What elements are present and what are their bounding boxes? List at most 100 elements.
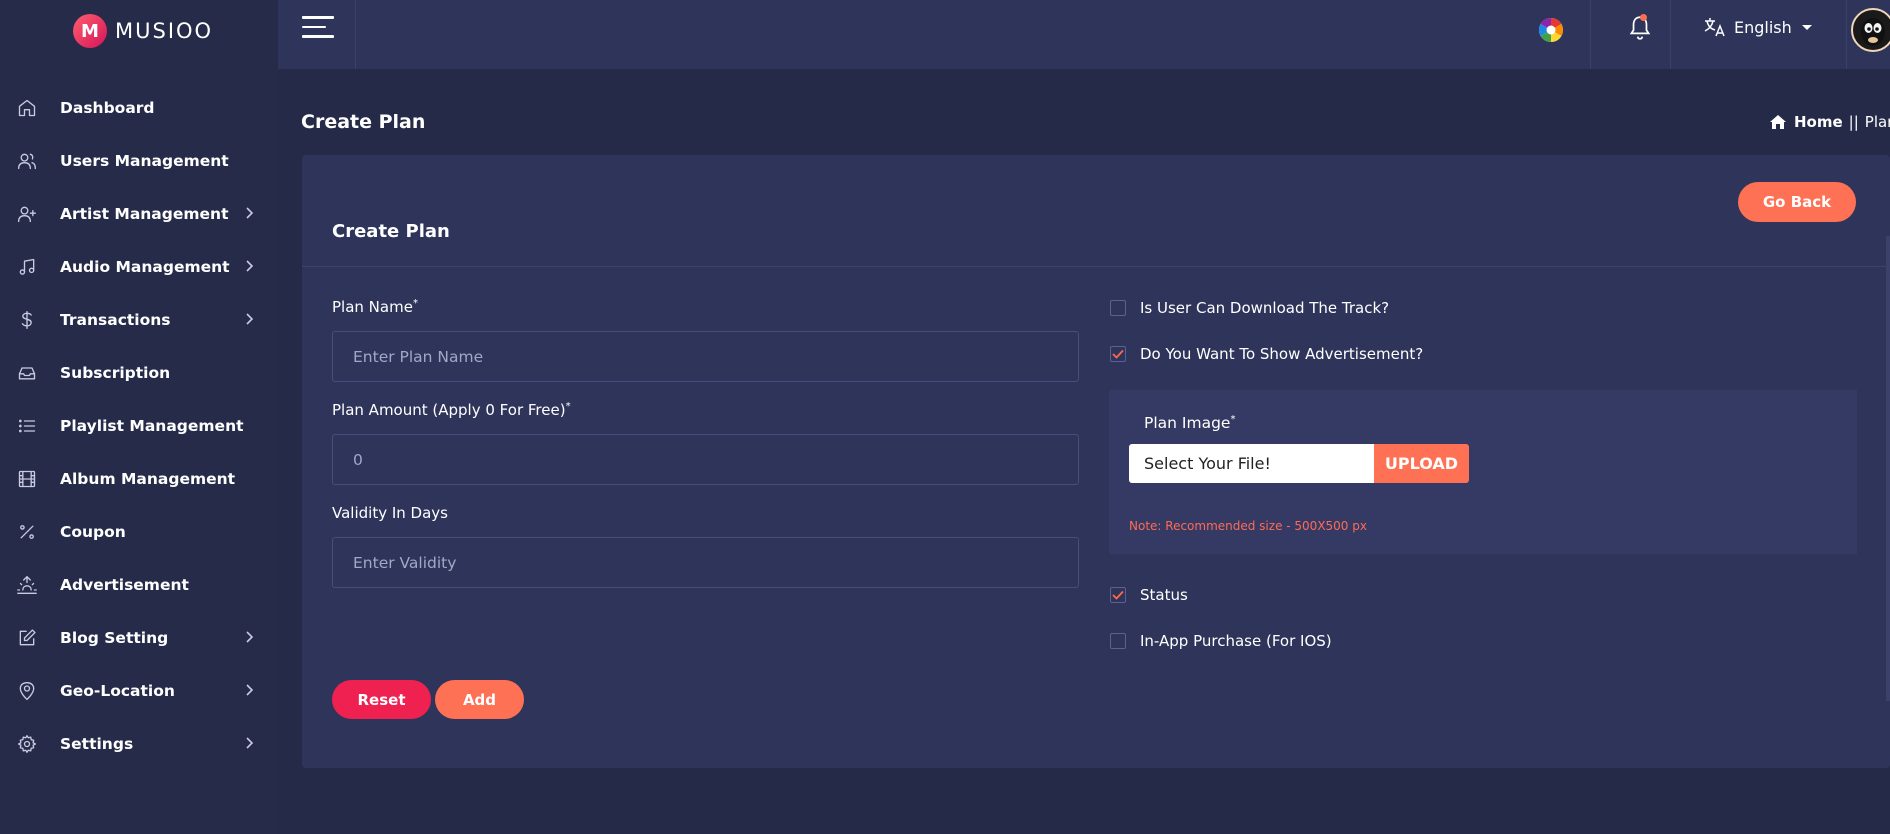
home-icon <box>1770 115 1786 129</box>
hamburger-menu-icon[interactable] <box>302 16 334 40</box>
sidebar-menu: Dashboard Users Management Artist Manageme… <box>0 81 278 770</box>
chevron-right-icon <box>245 735 255 754</box>
sidebar-item-label: Coupon <box>60 522 126 541</box>
iap-checkbox-label: In-App Purchase (For IOS) <box>1140 632 1332 650</box>
sidebar-item-artist-management[interactable]: Artist Management <box>0 187 278 240</box>
go-back-button[interactable]: Go Back <box>1738 182 1856 222</box>
sidebar-item-dashboard[interactable]: Dashboard <box>0 81 278 134</box>
translate-icon <box>1704 18 1725 37</box>
validity-label: Validity In Days <box>332 504 448 522</box>
divider <box>1846 0 1847 69</box>
sidebar-item-label: Subscription <box>60 363 171 382</box>
divider <box>355 0 356 69</box>
sidebar-item-advertisement[interactable]: Advertisement <box>0 558 278 611</box>
reset-button[interactable]: Reset <box>332 680 431 719</box>
plan-name-input[interactable] <box>332 331 1079 382</box>
image-size-note: Note: Recommended size - 500X500 px <box>1129 519 1367 533</box>
card-title: Create Plan <box>332 221 450 242</box>
advertisement-checkbox[interactable] <box>1110 346 1126 362</box>
download-checkbox-row[interactable]: Is User Can Download The Track? <box>1110 299 1389 317</box>
sidebar-item-label: Users Management <box>60 151 229 170</box>
plan-image-panel: Plan Image* Select Your File! UPLOAD Not… <box>1109 390 1857 554</box>
checkmark-icon <box>1112 590 1124 600</box>
sidebar-item-label: Dashboard <box>60 98 155 117</box>
card-header: Create Plan Go Back <box>302 155 1890 267</box>
sidebar-item-label: Artist Management <box>60 204 229 223</box>
file-select-field[interactable]: Select Your File! <box>1129 444 1374 483</box>
validity-input[interactable] <box>332 537 1079 588</box>
status-checkbox[interactable] <box>1110 587 1126 603</box>
plan-image-label: Plan Image* <box>1144 414 1236 433</box>
chevron-right-icon <box>245 682 255 701</box>
sunrise-icon <box>17 575 37 595</box>
scrollbar[interactable] <box>1886 236 1890 701</box>
page-title: Create Plan <box>301 111 426 133</box>
sidebar-item-blog-setting[interactable]: Blog Setting <box>0 611 278 664</box>
status-checkbox-label: Status <box>1140 586 1188 604</box>
breadcrumb-current: Plan <box>1864 113 1890 131</box>
dollar-icon <box>17 310 37 330</box>
chevron-right-icon <box>245 258 255 277</box>
sidebar: M MUSIOO Dashboard Users Management Artist… <box>0 0 278 834</box>
chevron-right-icon <box>245 629 255 648</box>
sidebar-item-label: Transactions <box>60 310 171 329</box>
brand-logo[interactable]: M MUSIOO <box>0 0 278 62</box>
music-note-icon <box>17 257 37 277</box>
film-icon <box>17 469 37 489</box>
iap-checkbox-row[interactable]: In-App Purchase (For IOS) <box>1110 632 1332 650</box>
sidebar-item-album-management[interactable]: Album Management <box>0 452 278 505</box>
download-checkbox[interactable] <box>1110 300 1126 316</box>
sidebar-item-label: Album Management <box>60 469 236 488</box>
sidebar-item-label: Audio Management <box>60 257 230 276</box>
percent-icon <box>17 522 37 542</box>
upload-button[interactable]: UPLOAD <box>1374 444 1469 483</box>
breadcrumb-home-link[interactable]: Home <box>1794 113 1843 131</box>
logo-icon: M <box>73 14 107 48</box>
language-selector[interactable]: English <box>1704 17 1812 37</box>
divider <box>1670 0 1671 69</box>
brand-name: MUSIOO <box>115 19 214 43</box>
plan-amount-input[interactable] <box>332 434 1079 485</box>
sidebar-item-coupon[interactable]: Coupon <box>0 505 278 558</box>
advertisement-checkbox-label: Do You Want To Show Advertisement? <box>1140 345 1424 363</box>
users-icon <box>17 151 37 171</box>
sidebar-item-transactions[interactable]: Transactions <box>0 293 278 346</box>
divider <box>1590 0 1591 69</box>
advertisement-checkbox-row[interactable]: Do You Want To Show Advertisement? <box>1110 345 1423 363</box>
add-button[interactable]: Add <box>435 680 524 719</box>
breadcrumb-separator: || <box>1848 113 1859 131</box>
sidebar-item-audio-management[interactable]: Audio Management <box>0 240 278 293</box>
plan-name-label: Plan Name* <box>332 298 418 316</box>
edit-icon <box>17 628 37 648</box>
checkmark-icon <box>1112 349 1124 359</box>
topbar: English <box>278 0 1890 69</box>
breadcrumb: Home || Plan <box>1770 113 1890 131</box>
download-checkbox-label: Is User Can Download The Track? <box>1140 299 1390 317</box>
sidebar-item-settings[interactable]: Settings <box>0 717 278 770</box>
sidebar-item-playlist-management[interactable]: Playlist Management <box>0 399 278 452</box>
avatar[interactable] <box>1851 8 1890 52</box>
user-plus-icon <box>17 204 37 224</box>
sidebar-item-label: Advertisement <box>60 575 189 594</box>
sidebar-item-label: Blog Setting <box>60 628 169 647</box>
status-checkbox-row[interactable]: Status <box>1110 586 1188 604</box>
sidebar-item-geo-location[interactable]: Geo-Location <box>0 664 278 717</box>
notification-dot <box>1640 14 1647 21</box>
sidebar-item-users-management[interactable]: Users Management <box>0 134 278 187</box>
sidebar-item-label: Geo-Location <box>60 681 175 700</box>
sidebar-item-subscription[interactable]: Subscription <box>0 346 278 399</box>
iap-checkbox[interactable] <box>1110 633 1126 649</box>
inbox-icon <box>17 363 37 383</box>
list-icon <box>17 416 37 436</box>
sidebar-item-label: Playlist Management <box>60 416 244 435</box>
home-icon <box>17 98 37 118</box>
chevron-down-icon <box>1801 24 1812 30</box>
sidebar-item-label: Settings <box>60 734 134 753</box>
language-label: English <box>1734 17 1792 37</box>
plan-amount-label: Plan Amount (Apply 0 For Free)* <box>332 401 571 419</box>
gear-icon <box>17 734 37 754</box>
color-palette-icon[interactable] <box>1538 17 1564 43</box>
chevron-right-icon <box>245 205 255 224</box>
map-pin-icon <box>17 681 37 701</box>
create-plan-card: Create Plan Go Back Plan Name* Plan Amou… <box>302 155 1890 768</box>
